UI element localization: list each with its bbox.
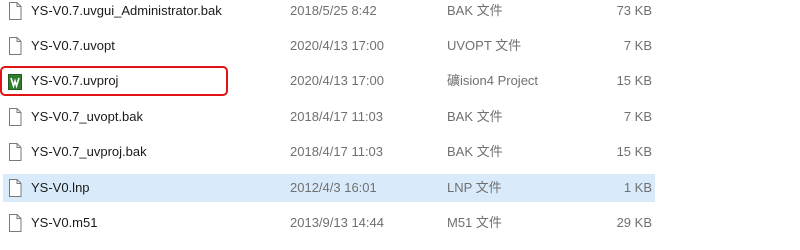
file-size: 1 KB (623, 180, 652, 195)
file-name: YS-V0.7.uvgui_Administrator.bak (31, 3, 222, 18)
file-name: YS-V0.7_uvproj.bak (31, 144, 147, 159)
file-date: 2018/4/17 11:03 (290, 109, 384, 124)
file-icon (8, 2, 22, 20)
file-date: 2018/5/25 8:42 (290, 3, 377, 18)
file-row-selected[interactable]: YS-V0.lnp 2012/4/3 16:01 LNP 文件 1 KB (3, 174, 655, 202)
file-icon (8, 179, 22, 197)
file-icon (8, 214, 22, 232)
file-name: YS-V0.7_uvopt.bak (31, 109, 144, 124)
file-type: 礦ision4 Project (447, 73, 539, 88)
file-name: YS-V0.m51 (31, 215, 98, 230)
file-type: BAK 文件 (447, 3, 503, 18)
file-date: 2012/4/3 16:01 (290, 180, 377, 195)
highlight-box (0, 66, 228, 96)
file-row[interactable]: YS-V0.7_uvopt.bak 2018/4/17 11:03 BAK 文件… (3, 103, 655, 131)
file-date: 2018/4/17 11:03 (290, 144, 384, 159)
file-icon (8, 143, 22, 161)
file-size: 15 KB (616, 144, 652, 159)
file-icon (8, 108, 22, 126)
file-name: YS-V0.lnp (31, 180, 90, 195)
file-row[interactable]: YS-V0.7.uvopt 2020/4/13 17:00 UVOPT 文件 7… (3, 32, 655, 60)
file-size: 7 KB (623, 109, 652, 124)
file-size: 15 KB (616, 73, 652, 88)
file-type: LNP 文件 (447, 180, 502, 195)
file-type: BAK 文件 (447, 109, 503, 124)
file-size: 29 KB (616, 215, 652, 230)
file-size: 7 KB (623, 38, 652, 53)
file-date: 2020/4/13 17:00 (290, 38, 384, 53)
file-row[interactable]: YS-V0.7_uvproj.bak 2018/4/17 11:03 BAK 文… (3, 138, 655, 166)
file-row[interactable]: YS-V0.m51 2013/9/13 14:44 M51 文件 29 KB (3, 209, 655, 237)
file-size: 73 KB (616, 3, 652, 18)
file-date: 2013/9/13 14:44 (290, 215, 384, 230)
file-row[interactable]: YS-V0.7.uvgui_Administrator.bak 2018/5/2… (3, 0, 655, 25)
file-date: 2020/4/13 17:00 (290, 73, 384, 88)
file-type: M51 文件 (447, 215, 502, 230)
file-type: BAK 文件 (447, 144, 503, 159)
file-list: YS-V0.7.uvgui_Administrator.bak 2018/5/2… (0, 0, 800, 250)
file-name: YS-V0.7.uvopt (31, 38, 115, 53)
file-icon (8, 37, 22, 55)
file-type: UVOPT 文件 (447, 38, 522, 53)
